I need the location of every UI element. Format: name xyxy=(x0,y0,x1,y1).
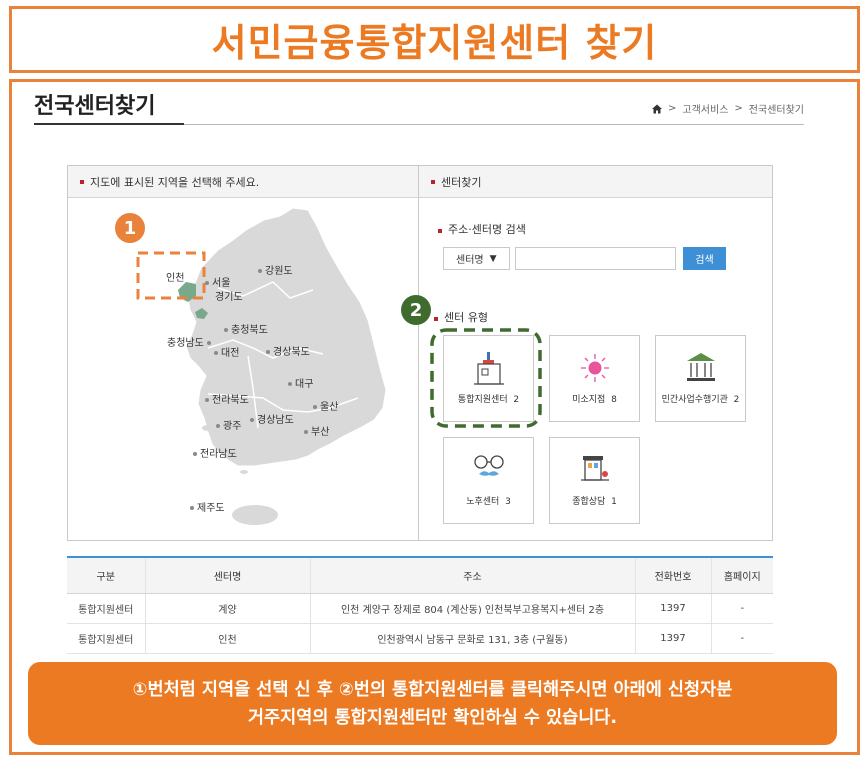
center-type-card-miso[interactable]: 미소지점 8 xyxy=(549,335,640,422)
page-title: 전국센터찾기 xyxy=(34,94,156,119)
region-label-incheon[interactable]: 인천 xyxy=(166,269,184,284)
center-type-count: 2 xyxy=(733,395,740,405)
search-panel-heading: 센터찾기 xyxy=(441,175,482,189)
glasses-icon xyxy=(473,455,504,476)
breadcrumb-item-current: 전국센터찾기 xyxy=(748,105,804,116)
region-label-gyeongbuk[interactable]: 경상북도 xyxy=(266,343,310,358)
table-cell: 통합지원센터 xyxy=(67,593,145,624)
region-label-seoul[interactable]: 서울 xyxy=(205,274,230,289)
sun-icon xyxy=(580,354,609,382)
search-input[interactable] xyxy=(515,247,676,270)
region-label-jeonnam[interactable]: 전라남도 xyxy=(193,445,237,460)
table-cell: 인천광역시 남동구 문화로 131, 3층 (구월동) xyxy=(309,623,635,654)
marker-one-badge: 1 xyxy=(115,213,145,243)
center-type-count: 3 xyxy=(505,497,511,507)
dropdown-arrow-icon: ▼ xyxy=(489,253,497,264)
center-type-name: 종합상담 xyxy=(572,497,606,507)
table-header: 전화번호 xyxy=(634,556,711,594)
table-row[interactable]: 통합지원센터 인천 인천광역시 남동구 문화로 131, 3층 (구월동) 13… xyxy=(67,623,773,654)
center-type-name: 민간사업수행기관 xyxy=(661,395,728,405)
search-type-select[interactable]: 센터명 ▼ xyxy=(443,247,510,270)
jeju-island-shape[interactable] xyxy=(232,505,278,525)
table-header: 센터명 xyxy=(144,556,310,594)
center-type-card-integrated[interactable]: 통합지원센터 2 xyxy=(443,335,534,422)
building-icon xyxy=(473,352,504,385)
center-result-table: 구분 센터명 주소 전화번호 홈페이지 통합지원센터 계양 인천 계양구 장제로… xyxy=(67,556,773,654)
table-header: 홈페이지 xyxy=(710,556,773,594)
center-type-card-senior[interactable]: 노후센터 3 xyxy=(443,437,534,524)
region-label-jeju[interactable]: 제주도 xyxy=(190,499,225,514)
bullet-icon xyxy=(434,317,438,321)
search-panel-header: 센터찾기 xyxy=(419,166,772,198)
region-label-daegu[interactable]: 대구 xyxy=(288,375,313,390)
bullet-icon xyxy=(438,229,442,233)
instruction-line-1: ①번처럼 지역을 선택 신 후 ②번의 통합지원센터를 클릭해주시면 아래에 신… xyxy=(132,679,733,700)
bullet-icon xyxy=(80,179,84,184)
table-cell: 인천 xyxy=(144,623,310,654)
region-label-ulsan[interactable]: 울산 xyxy=(313,398,338,413)
region-label-chungnam[interactable]: 충청남도 xyxy=(167,334,214,349)
map-panel-heading: 지도에 표시된 지역을 선택해 주세요. xyxy=(90,175,260,189)
breadcrumb-item-customer-service[interactable]: 고객서비스 xyxy=(682,101,728,116)
table-cell: 계양 xyxy=(144,593,310,624)
table-row[interactable]: 통합지원센터 계양 인천 계양구 장제로 804 (계산동) 인천북부고용복지+… xyxy=(67,593,773,624)
breadcrumb-separator: > xyxy=(734,103,743,114)
table-header: 주소 xyxy=(309,556,635,594)
table-cell: 1397 xyxy=(634,623,711,654)
table-header: 구분 xyxy=(67,556,145,594)
center-type-count: 8 xyxy=(611,395,617,405)
search-button[interactable]: 검색 xyxy=(683,247,726,270)
bullet-icon xyxy=(431,179,435,184)
table-cell: - xyxy=(710,623,773,654)
marker-two-badge: 2 xyxy=(401,295,431,325)
title-divider-accent xyxy=(34,123,184,125)
map-panel-header: 지도에 표시된 지역을 선택해 주세요. xyxy=(68,166,418,198)
region-label-gyeonggi[interactable]: 경기도 xyxy=(215,288,243,303)
banner-title: 서민금융통합지원센터 찾기 xyxy=(211,21,658,65)
center-type-name: 통합지원센터 xyxy=(457,395,508,405)
region-label-chungbuk[interactable]: 충청북도 xyxy=(224,321,268,336)
table-cell: - xyxy=(710,593,773,624)
breadcrumb-separator: > xyxy=(668,103,677,114)
region-label-gangwon[interactable]: 강원도 xyxy=(258,262,293,277)
center-type-name: 미소지점 xyxy=(572,395,606,405)
breadcrumb: > 고객서비스 > 전국센터찾기 xyxy=(652,101,804,116)
center-type-count: 1 xyxy=(611,497,617,507)
region-label-gyeongnam[interactable]: 경상남도 xyxy=(250,411,294,426)
island-shape xyxy=(202,425,214,431)
table-cell: 1397 xyxy=(634,593,711,624)
table-cell: 인천 계양구 장제로 804 (계산동) 인천북부고용복지+센터 2층 xyxy=(309,593,635,624)
banner: 서민금융통합지원센터 찾기 xyxy=(9,6,860,73)
center-type-card-private[interactable]: 민간사업수행기관 2 xyxy=(655,335,746,422)
island-shape xyxy=(240,470,248,474)
shop-icon xyxy=(580,456,609,481)
region-label-daejeon[interactable]: 대전 xyxy=(214,344,239,359)
center-type-label: 센터 유형 xyxy=(434,309,488,325)
region-label-jeonbuk[interactable]: 전라북도 xyxy=(205,391,249,406)
center-type-count: 2 xyxy=(513,395,520,405)
search-label: 주소·센터명 검색 xyxy=(438,221,526,237)
korea-map[interactable] xyxy=(68,198,420,542)
table-cell: 통합지원센터 xyxy=(67,623,145,654)
region-label-busan[interactable]: 부산 xyxy=(304,423,329,438)
instruction-note: ①번처럼 지역을 선택 신 후 ②번의 통합지원센터를 클릭해주시면 아래에 신… xyxy=(28,662,837,745)
instruction-line-2: 거주지역의 통합지원센터만 확인하실 수 있습니다. xyxy=(247,707,618,728)
home-icon[interactable] xyxy=(652,104,663,114)
bank-icon xyxy=(686,353,715,381)
table-header-row: 구분 센터명 주소 전화번호 홈페이지 xyxy=(67,556,773,594)
region-label-gwangju[interactable]: 광주 xyxy=(216,417,241,432)
center-type-name: 노후센터 xyxy=(466,497,500,507)
center-type-card-consulting[interactable]: 종합상담 1 xyxy=(549,437,640,524)
